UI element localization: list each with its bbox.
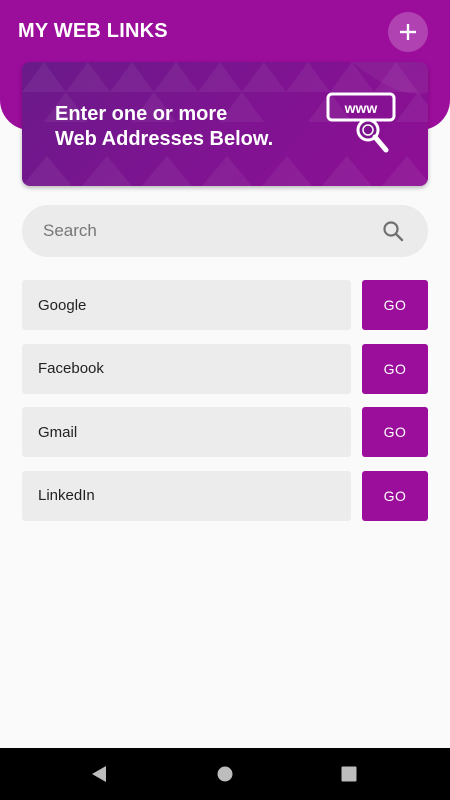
add-link-button[interactable]	[388, 12, 428, 52]
www-icon-text: www	[344, 100, 378, 116]
link-field-gmail[interactable]: Gmail	[22, 407, 351, 457]
link-row-gmail: Gmail GO	[22, 407, 428, 457]
go-button-gmail[interactable]: GO	[362, 407, 428, 457]
system-nav-bar	[0, 748, 450, 800]
banner-message: Enter one or more Web Addresses Below.	[55, 102, 273, 152]
link-list: Google GO Facebook GO Gmail GO LinkedIn …	[22, 280, 428, 534]
link-row-facebook: Facebook GO	[22, 343, 428, 394]
go-button-linkedin[interactable]: GO	[362, 470, 428, 521]
search-bar	[22, 205, 428, 257]
link-row-linkedin: LinkedIn GO	[22, 470, 428, 521]
link-row-google: Google GO	[22, 280, 428, 330]
home-circle-icon[interactable]	[217, 766, 233, 782]
back-triangle-icon[interactable]	[90, 765, 108, 783]
banner-line-2: Web Addresses Below.	[55, 128, 274, 150]
recents-square-icon[interactable]	[341, 766, 357, 782]
search-icon[interactable]	[382, 220, 404, 242]
link-field-linkedin[interactable]: LinkedIn	[22, 470, 351, 521]
go-button-facebook[interactable]: GO	[362, 343, 428, 394]
info-banner: Enter one or more Web Addresses Below. w…	[22, 62, 428, 186]
screen: MY WEB LINKS Enter one or more Web Addre…	[0, 0, 450, 800]
app-title: MY WEB LINKS	[18, 20, 168, 42]
plus-icon	[400, 24, 416, 40]
go-button-google[interactable]: GO	[362, 280, 428, 330]
banner-line-1: Enter one or more	[55, 103, 228, 125]
link-field-facebook[interactable]: Facebook	[22, 343, 351, 394]
link-field-google[interactable]: Google	[22, 280, 351, 330]
search-input[interactable]	[43, 205, 363, 257]
www-search-icon: www	[326, 92, 396, 153]
